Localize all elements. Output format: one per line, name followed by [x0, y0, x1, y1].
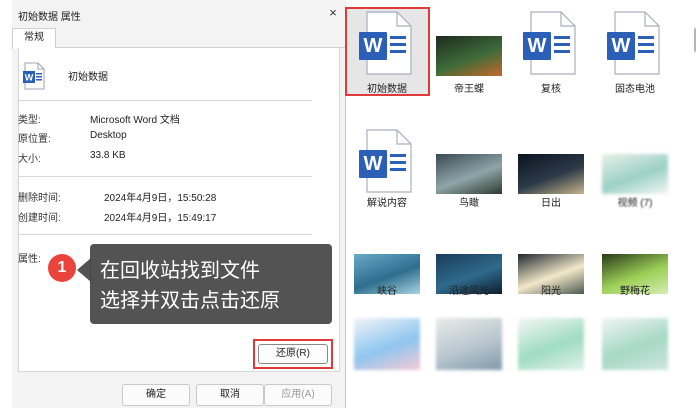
file-label: 初始数据	[367, 84, 407, 95]
image-thumbnail[interactable]	[602, 318, 668, 370]
attributes-label: 属性:	[18, 254, 41, 265]
deleted-label: 删除时间:	[18, 193, 61, 204]
cancel-button[interactable]: 取消	[196, 384, 264, 406]
tooltip-line-1: 在回收站找到文件	[100, 260, 260, 282]
deleted-value: 2024年4月9日，15:50:28	[104, 193, 217, 204]
divider	[18, 100, 312, 101]
image-thumbnail[interactable]	[518, 318, 584, 370]
svg-text:W: W	[612, 35, 631, 57]
file-label: 鸟瞰	[459, 198, 479, 209]
tooltip-arrow	[77, 258, 91, 282]
created-label: 创建时间:	[18, 213, 61, 224]
word-file-icon[interactable]: W	[357, 10, 417, 76]
restore-button[interactable]: 还原(R)	[258, 344, 328, 364]
image-thumbnail[interactable]	[436, 318, 502, 370]
file-label: 复核	[541, 84, 561, 95]
close-icon[interactable]: ×	[326, 6, 340, 20]
type-label: 类型:	[18, 115, 41, 126]
file-label: 解说内容	[367, 198, 407, 209]
svg-text:W: W	[528, 35, 547, 57]
word-file-icon: W	[23, 62, 45, 90]
file-label: 峡谷	[377, 286, 397, 297]
dialog-title: 初始数据 属性	[18, 12, 81, 23]
svg-text:W: W	[364, 153, 383, 175]
image-thumbnail[interactable]	[354, 318, 420, 370]
type-value: Microsoft Word 文档	[90, 115, 180, 126]
location-value: Desktop	[90, 130, 127, 141]
tab-general[interactable]: 常规	[12, 28, 56, 49]
image-thumbnail[interactable]	[436, 154, 502, 194]
word-file-icon[interactable]: W	[357, 128, 417, 194]
dialog-titlebar: 初始数据 属性 ×	[12, 0, 346, 28]
file-label: 帝王蝶	[454, 84, 484, 95]
apply-button[interactable]: 应用(A)	[264, 384, 332, 406]
tooltip-line-2: 选择并双击点击还原	[100, 290, 280, 312]
svg-text:W: W	[25, 73, 34, 83]
file-label: 视频 (7)	[617, 198, 653, 209]
svg-text:W: W	[364, 35, 383, 57]
file-name: 初始数据	[68, 72, 108, 83]
tab-strip: 常规	[12, 28, 346, 49]
divider	[18, 234, 312, 235]
size-label: 大小:	[18, 154, 41, 165]
image-thumbnail[interactable]	[436, 36, 502, 76]
file-label: 日出	[541, 198, 561, 209]
file-label: 野梅花	[620, 286, 650, 297]
location-label: 原位置:	[18, 134, 51, 145]
word-file-icon[interactable]: W	[605, 10, 665, 76]
scrollbar[interactable]	[694, 28, 696, 52]
file-label: 固态电池	[615, 84, 655, 95]
image-thumbnail[interactable]	[602, 154, 668, 194]
size-value: 33.8 KB	[90, 150, 126, 161]
file-label: 沿途风光	[449, 286, 489, 297]
file-label: 阳光	[541, 286, 561, 297]
divider	[18, 176, 312, 177]
image-thumbnail[interactable]	[518, 154, 584, 194]
word-file-icon[interactable]: W	[521, 10, 581, 76]
step-badge: 1	[48, 254, 76, 282]
created-value: 2024年4月9日，15:49:17	[104, 213, 217, 224]
ok-button[interactable]: 确定	[122, 384, 190, 406]
